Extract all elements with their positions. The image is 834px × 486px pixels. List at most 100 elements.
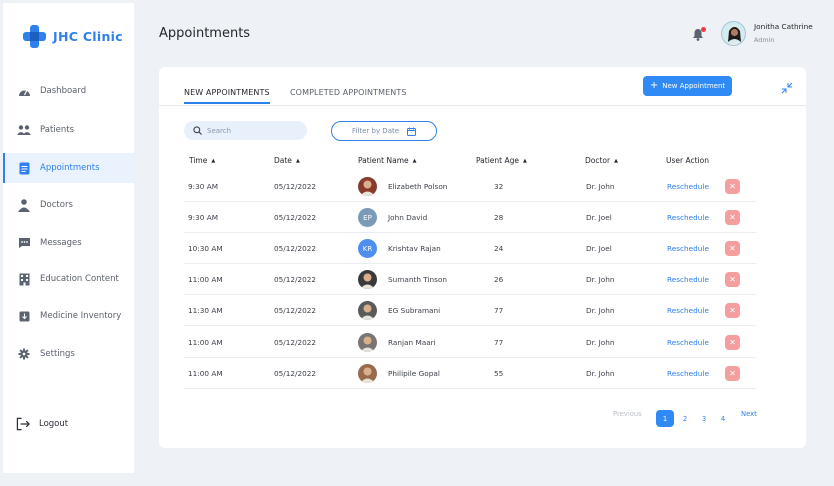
column-header-date[interactable]: Date ▲ (274, 156, 300, 165)
column-label: Date (274, 156, 292, 165)
patient-age: 77 (494, 337, 504, 347)
calendar-icon (407, 127, 417, 136)
new-appointment-button[interactable]: + New Appointment (643, 76, 732, 96)
column-label: User Action (666, 156, 709, 165)
delete-cell: ✕ (725, 358, 740, 389)
notifications-button[interactable] (690, 26, 706, 42)
patient-avatar: EP (358, 208, 377, 228)
close-icon: ✕ (729, 275, 736, 285)
active-tab-indicator (184, 102, 270, 104)
reschedule-link[interactable]: Reschedule (667, 358, 709, 389)
patient-name: Ranjan Maari (388, 337, 436, 347)
column-header-doctor[interactable]: Doctor ▲ (585, 156, 618, 165)
dashboard-gauge-icon (17, 84, 31, 98)
sidebar-item-label: Education Content (40, 274, 119, 284)
sidebar-item-dashboard[interactable]: Dashboard (3, 76, 134, 106)
column-label: Doctor (585, 156, 611, 165)
appointment-date: 05/12/2022 (274, 368, 317, 378)
delete-cell: ✕ (725, 327, 740, 358)
column-label: Time (189, 156, 208, 165)
close-icon: ✕ (729, 244, 736, 254)
delete-appointment-button[interactable]: ✕ (725, 272, 740, 288)
table-row: 9:30 AM 05/12/2022 EP John David 28 Dr. Joel R… (184, 202, 756, 234)
reschedule-link[interactable]: Reschedule (667, 202, 709, 233)
sidebar-item-label: Appointments (40, 163, 100, 173)
tab-new-appointments[interactable]: NEW APPOINTMENTS (184, 88, 270, 97)
tab-completed-appointments[interactable]: COMPLETED APPOINTMENTS (290, 88, 407, 97)
search-input[interactable] (207, 126, 297, 135)
appointment-date: 05/12/2022 (274, 244, 317, 254)
doctor-name: Dr. John (586, 306, 615, 316)
sidebar-item-doctors[interactable]: Doctors (3, 190, 134, 220)
delete-cell: ✕ (725, 264, 740, 295)
delete-cell: ✕ (725, 202, 740, 233)
patient-age: 55 (494, 368, 504, 378)
filter-label: Filter by Date (351, 127, 400, 135)
sidebar-item-education-content[interactable]: Education Content (3, 264, 134, 294)
sidebar-item-messages[interactable]: Messages (3, 228, 134, 258)
user-avatar[interactable] (721, 21, 746, 46)
sort-asc-icon: ▲ (412, 157, 417, 164)
sidebar-item-label: Settings (40, 349, 75, 359)
medical-cross-logo-icon (23, 25, 46, 48)
sidebar-item-label: Patients (40, 125, 75, 135)
delete-appointment-button[interactable]: ✕ (725, 241, 740, 257)
patient-avatar (358, 177, 377, 196)
sort-asc-icon: ▲ (614, 157, 618, 164)
patient-age: 24 (494, 244, 504, 254)
appointment-time: 9:30 AM (188, 213, 218, 223)
patient-avatar-cell (358, 171, 377, 202)
filter-by-date-button[interactable]: Filter by Date (331, 121, 437, 141)
patient-avatar (358, 301, 377, 321)
table-row: 11:00 AM 05/12/2022 Sumanth Tinson 26 Dr. Jo… (184, 264, 756, 296)
pagination-page-4[interactable]: 4 (714, 410, 732, 427)
sidebar-item-label: Messages (40, 238, 82, 248)
logout-button[interactable]: Logout (16, 417, 68, 431)
search-icon (193, 126, 202, 135)
reschedule-link[interactable]: Reschedule (667, 233, 709, 264)
patient-avatar (358, 270, 377, 290)
pagination-page-2[interactable]: 2 (676, 410, 694, 427)
sort-asc-icon: ▲ (523, 157, 527, 164)
collapse-icon[interactable] (781, 82, 793, 94)
sidebar-item-medicine-inventory[interactable]: Medicine Inventory (3, 301, 134, 331)
pagination-page-1[interactable]: 1 (656, 410, 674, 427)
pagination-page-3[interactable]: 3 (695, 410, 713, 427)
appointment-date: 05/12/2022 (274, 337, 317, 347)
table-row: 11:00 AM 05/12/2022 Ranjan Maari 77 Dr. John… (184, 327, 756, 358)
logout-icon (16, 417, 30, 431)
delete-appointment-button[interactable]: ✕ (725, 210, 740, 226)
column-label: Patient Name (358, 156, 409, 165)
delete-appointment-button[interactable]: ✕ (725, 334, 740, 350)
close-icon: ✕ (729, 182, 736, 191)
appointment-time: 11:00 AM (188, 337, 223, 347)
delete-appointment-button[interactable]: ✕ (725, 303, 740, 319)
search-box (184, 121, 307, 140)
reschedule-link[interactable]: Reschedule (667, 327, 709, 358)
sidebar-item-label: Medicine Inventory (40, 311, 122, 321)
doctor-name: Dr. John (586, 368, 615, 378)
sort-asc-icon: ▲ (211, 157, 216, 164)
column-header-patient-age[interactable]: Patient Age ▲ (476, 156, 527, 165)
reschedule-link[interactable]: Reschedule (667, 171, 709, 202)
appointment-date: 05/12/2022 (274, 306, 317, 316)
patient-age: 32 (494, 182, 504, 191)
page-title: Appointments (159, 26, 251, 41)
delete-appointment-button[interactable]: ✕ (725, 365, 740, 381)
column-header-time[interactable]: Time ▲ (189, 156, 215, 165)
delete-cell: ✕ (725, 295, 740, 326)
sidebar-item-patients[interactable]: Patients (3, 115, 134, 145)
reschedule-link[interactable]: Reschedule (667, 264, 709, 295)
delete-appointment-button[interactable]: ✕ (725, 179, 740, 194)
inventory-box-icon (17, 309, 31, 323)
reschedule-link[interactable]: Reschedule (667, 295, 709, 326)
new-appointment-label: New Appointment (662, 82, 726, 90)
column-header-patient-name[interactable]: Patient Name ▲ (358, 156, 416, 165)
pagination-next[interactable]: Next (741, 410, 757, 418)
patient-avatar: KR (358, 239, 377, 259)
sidebar-item-appointments[interactable]: Appointments (3, 153, 134, 183)
brand-logo[interactable]: JHC Clinic (22, 24, 123, 49)
plus-icon: + (649, 80, 659, 91)
appointment-time: 9:30 AM (188, 182, 218, 191)
sidebar-item-settings[interactable]: Settings (3, 339, 134, 369)
